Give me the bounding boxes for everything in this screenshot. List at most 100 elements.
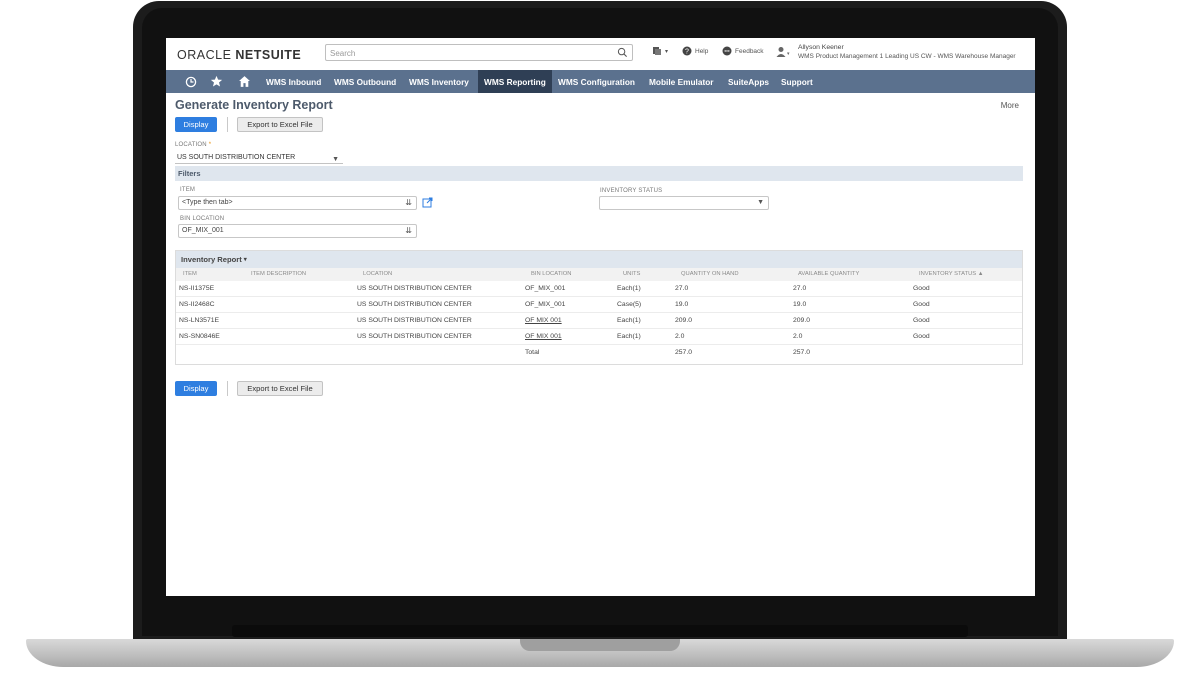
nav-wms-inventory[interactable]: WMS Inventory — [402, 70, 484, 93]
cell-item[interactable]: NS-II2468C — [179, 301, 215, 308]
col-location[interactable]: LOCATION — [363, 271, 392, 277]
laptop-notch — [520, 639, 680, 651]
total-row: Total 257.0 257.0 — [176, 345, 1022, 361]
cell-bin: OF_MIX_001 — [525, 301, 566, 308]
cell-qoh: 19.0 — [675, 301, 689, 308]
cell-bin-link[interactable]: OF MIX 001 — [525, 333, 562, 340]
location-value: US SOUTH DISTRIBUTION CENTER — [177, 154, 296, 161]
help-icon: ? — [682, 46, 692, 56]
cell-bin-link[interactable]: OF MIX 001 — [525, 317, 562, 324]
recent-history-icon[interactable] — [183, 74, 198, 89]
table-row: NS-SN0846E US SOUTH DISTRIBUTION CENTER … — [176, 329, 1022, 345]
nav-label: WMS Inbound — [266, 76, 322, 87]
cell-available: 27.0 — [793, 285, 807, 292]
chevron-down-icon: ▼ — [332, 156, 339, 163]
cell-location: US SOUTH DISTRIBUTION CENTER — [357, 285, 472, 292]
col-units[interactable]: UNITS — [623, 271, 640, 277]
feedback-label: Feedback — [735, 47, 764, 55]
report-header[interactable]: Inventory Report ▾ — [176, 251, 1022, 268]
inventory-report-table: Inventory Report ▾ ITEM ITEM DESCRIPTION… — [175, 250, 1023, 365]
nav-wms-inbound[interactable]: WMS Inbound — [259, 70, 334, 93]
bin-location-input[interactable]: OF_MIX_001 ⇊ — [178, 224, 417, 238]
location-label-text: LOCATION — [175, 142, 207, 148]
col-available-quantity[interactable]: AVAILABLE QUANTITY — [798, 271, 859, 277]
inventory-status-label: INVENTORY STATUS — [600, 188, 663, 194]
cell-status: Good — [913, 333, 930, 340]
nav-label: WMS Outbound — [334, 76, 397, 87]
display-button-bottom[interactable]: Display — [175, 381, 217, 396]
favorites-star-icon[interactable] — [209, 74, 224, 89]
cell-status: Good — [913, 317, 930, 324]
cell-qoh: 2.0 — [675, 333, 685, 340]
button-separator — [227, 117, 228, 132]
laptop-hinge — [232, 625, 968, 637]
filters-section-header[interactable]: Filters — [175, 166, 1023, 181]
cell-status: Good — [913, 285, 930, 292]
bin-location-label: BIN LOCATION — [180, 216, 225, 222]
search-icon[interactable] — [617, 47, 628, 58]
export-excel-button-bottom[interactable]: Export to Excel File — [237, 381, 323, 396]
required-mark: * — [208, 142, 212, 148]
logo-oracle: ORACLE — [177, 48, 232, 62]
report-title: Inventory Report — [181, 255, 242, 264]
open-record-icon[interactable] — [422, 197, 433, 208]
recent-records-button[interactable]: ▾ — [652, 46, 668, 56]
col-bin-location[interactable]: BIN LOCATION — [531, 271, 571, 277]
top-bar: ORACLE NETSUITE Search ▾ ? Help Feedback… — [166, 38, 1035, 70]
nav-support[interactable]: Support — [774, 70, 831, 93]
home-icon[interactable] — [237, 74, 252, 89]
nav-label: WMS Reporting — [484, 76, 546, 87]
report-title-marker: ▾ — [243, 257, 247, 263]
bin-location-value: OF_MIX_001 — [182, 227, 224, 234]
nav-label: WMS Configuration — [558, 76, 635, 87]
cell-item[interactable]: NS-SN0846E — [179, 333, 220, 340]
cell-location: US SOUTH DISTRIBUTION CENTER — [357, 317, 472, 324]
main-navigation: WMS Inbound WMS Outbound WMS Inventory W… — [166, 70, 1035, 93]
chevron-down-icon: ▼ — [757, 199, 764, 206]
cell-available: 19.0 — [793, 301, 807, 308]
help-button[interactable]: ? Help — [682, 46, 708, 56]
page-title: Generate Inventory Report — [175, 98, 333, 112]
export-excel-button[interactable]: Export to Excel File — [237, 117, 323, 132]
nav-suiteapps[interactable]: SuiteApps — [722, 70, 780, 93]
feedback-button[interactable]: Feedback — [722, 46, 764, 56]
cell-item[interactable]: NS-II1375E — [179, 285, 214, 292]
double-chevron-down-icon[interactable]: ⇊ — [405, 226, 412, 235]
svg-text:▾: ▾ — [787, 51, 790, 57]
nav-wms-outbound[interactable]: WMS Outbound — [327, 70, 409, 93]
app-screen: ORACLE NETSUITE Search ▾ ? Help Feedback… — [166, 38, 1035, 596]
total-available: 257.0 — [793, 349, 811, 356]
cell-units: Each(1) — [617, 333, 641, 340]
user-menu[interactable]: Allyson Keener WMS Product Management 1 … — [798, 43, 1016, 61]
nav-wms-configuration[interactable]: WMS Configuration — [552, 70, 648, 93]
col-quantity-on-hand[interactable]: QUANTITY ON HAND — [681, 271, 739, 277]
double-chevron-down-icon[interactable]: ⇊ — [405, 198, 412, 207]
cell-available: 209.0 — [793, 317, 811, 324]
item-input[interactable]: <Type then tab> ⇊ — [178, 196, 417, 210]
table-row: NS-II1375E US SOUTH DISTRIBUTION CENTER … — [176, 281, 1022, 297]
col-item-description[interactable]: ITEM DESCRIPTION — [251, 271, 306, 277]
inventory-status-select[interactable]: ▼ — [599, 196, 769, 210]
global-search-input[interactable]: Search — [325, 44, 633, 61]
location-label: LOCATION * — [175, 142, 211, 148]
cell-units: Case(5) — [617, 301, 642, 308]
cell-qoh: 209.0 — [675, 317, 693, 324]
cell-qoh: 27.0 — [675, 285, 689, 292]
display-button[interactable]: Display — [175, 117, 217, 132]
cell-item[interactable]: NS-LN3571E — [179, 317, 219, 324]
nav-label: WMS Inventory — [409, 76, 469, 87]
nav-mobile-emulator[interactable]: Mobile Emulator — [642, 70, 729, 93]
more-link[interactable]: More — [1001, 101, 1019, 110]
feedback-icon — [722, 46, 732, 56]
nav-wms-reporting[interactable]: WMS Reporting — [478, 70, 552, 93]
logo-netsuite: NETSUITE — [235, 48, 302, 62]
item-label: ITEM — [180, 187, 196, 193]
user-name: Allyson Keener — [798, 44, 844, 51]
location-select[interactable]: US SOUTH DISTRIBUTION CENTER ▼ — [175, 152, 343, 164]
col-item[interactable]: ITEM — [183, 271, 197, 277]
oracle-netsuite-logo[interactable]: ORACLE NETSUITE — [177, 48, 301, 62]
col-inventory-status[interactable]: INVENTORY STATUS ▲ — [919, 271, 983, 277]
user-roles-icon[interactable]: ▾ — [776, 46, 790, 58]
cell-units: Each(1) — [617, 317, 641, 324]
button-separator — [227, 381, 228, 396]
